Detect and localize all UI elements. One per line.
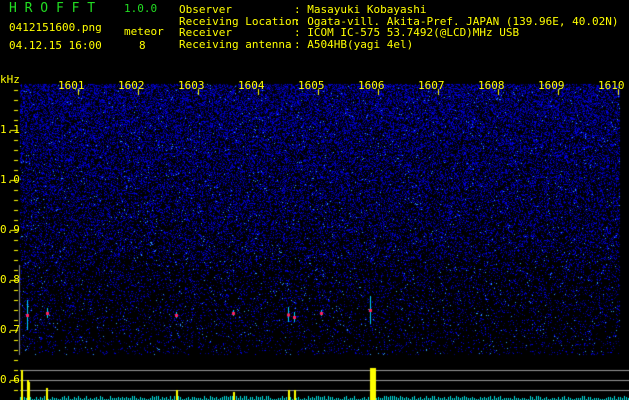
x-tick-label: 1608: [478, 79, 505, 92]
meteor-count: 8: [139, 39, 146, 52]
x-tick-label: 1603: [178, 79, 205, 92]
app-version: 1.0.0: [124, 2, 158, 15]
x-tick-label: 1607: [418, 79, 445, 92]
x-tick-label: 1601: [58, 79, 85, 92]
y-tick-label: 0.6: [0, 373, 20, 386]
spectrogram-canvas: [0, 0, 629, 400]
info-label: Receiving antenna: [179, 37, 292, 51]
meteor-label: meteor: [124, 25, 164, 38]
y-tick-label: 1.0: [0, 173, 20, 186]
x-tick-label: 1610: [598, 79, 625, 92]
x-tick-label: 1606: [358, 79, 385, 92]
datetime: 04.12.15 16:00: [9, 39, 102, 52]
y-unit-label: kHz: [0, 73, 20, 86]
x-tick-label: 1609: [538, 79, 565, 92]
x-tick-label: 1605: [298, 79, 325, 92]
x-tick-label: 1604: [238, 79, 265, 92]
y-tick-label: 1.1: [0, 123, 20, 136]
app-name: H R O F F T: [9, 1, 96, 16]
filename: 0412151600.png: [9, 21, 102, 34]
y-tick-label: 0.8: [0, 273, 20, 286]
y-tick-label: 0.9: [0, 223, 20, 236]
x-tick-label: 1602: [118, 79, 145, 92]
info-value: : A504HB(yagi 4el): [294, 37, 414, 51]
y-tick-label: 0.7: [0, 323, 20, 336]
